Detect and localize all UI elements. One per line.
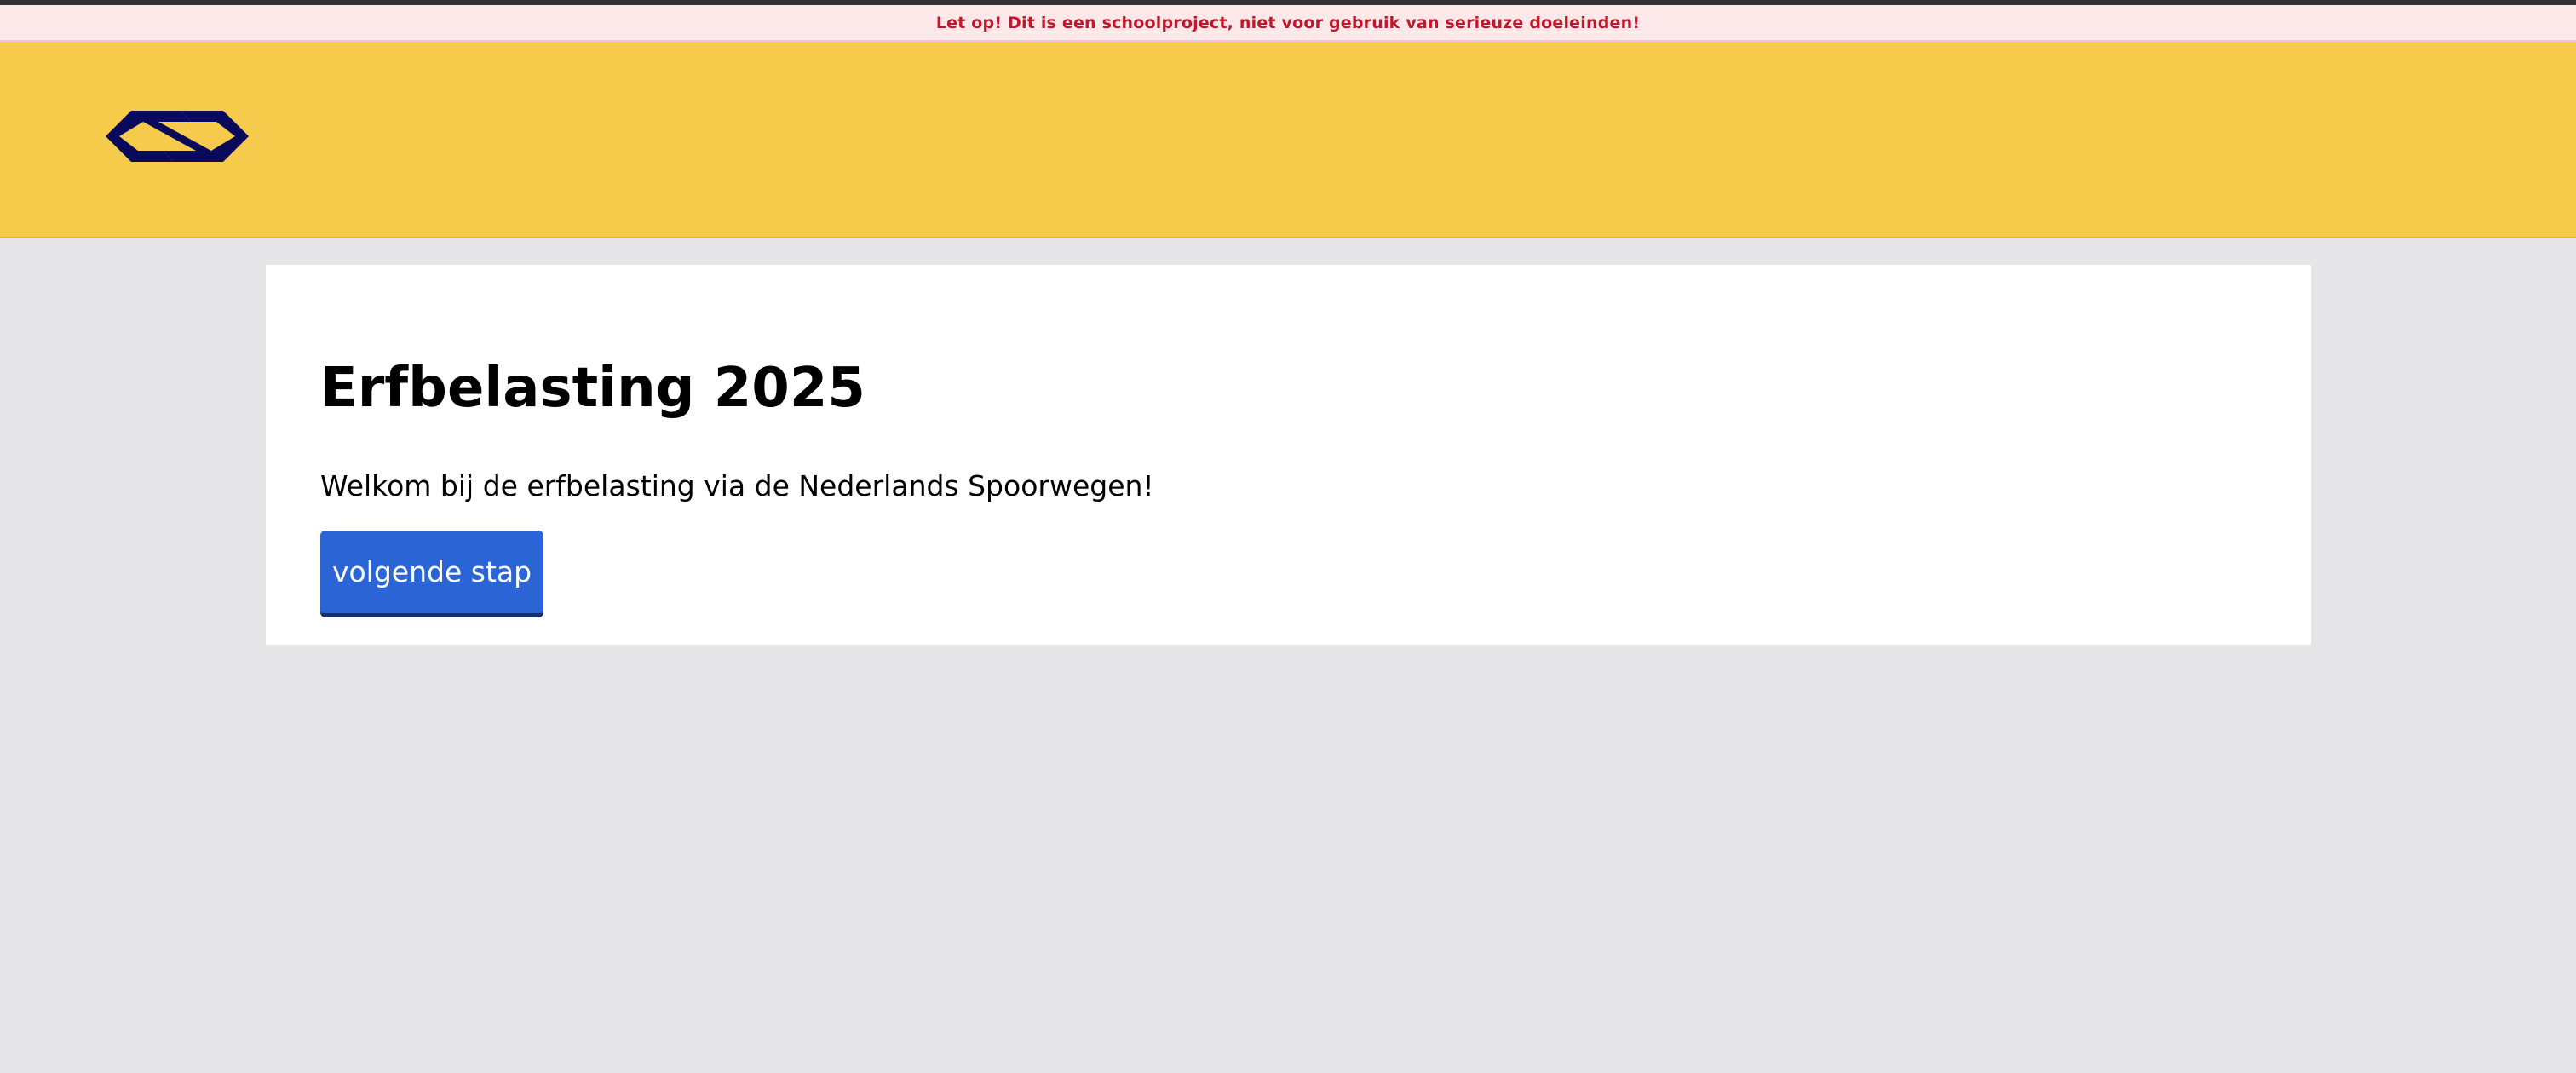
welcome-text: Welkom bij de erfbelasting via de Nederl… bbox=[320, 469, 1154, 502]
site-header bbox=[0, 42, 2576, 238]
next-step-button[interactable]: volgende stap bbox=[320, 531, 543, 617]
warning-text: Let op! Dit is een schoolproject, niet v… bbox=[935, 13, 1641, 32]
content-card: Erfbelasting 2025 Welkom bij de erfbelas… bbox=[266, 265, 2311, 645]
page-title: Erfbelasting 2025 bbox=[320, 357, 865, 420]
ns-logo-icon[interactable] bbox=[106, 106, 249, 166]
warning-banner: Let op! Dit is een schoolproject, niet v… bbox=[0, 5, 2576, 42]
